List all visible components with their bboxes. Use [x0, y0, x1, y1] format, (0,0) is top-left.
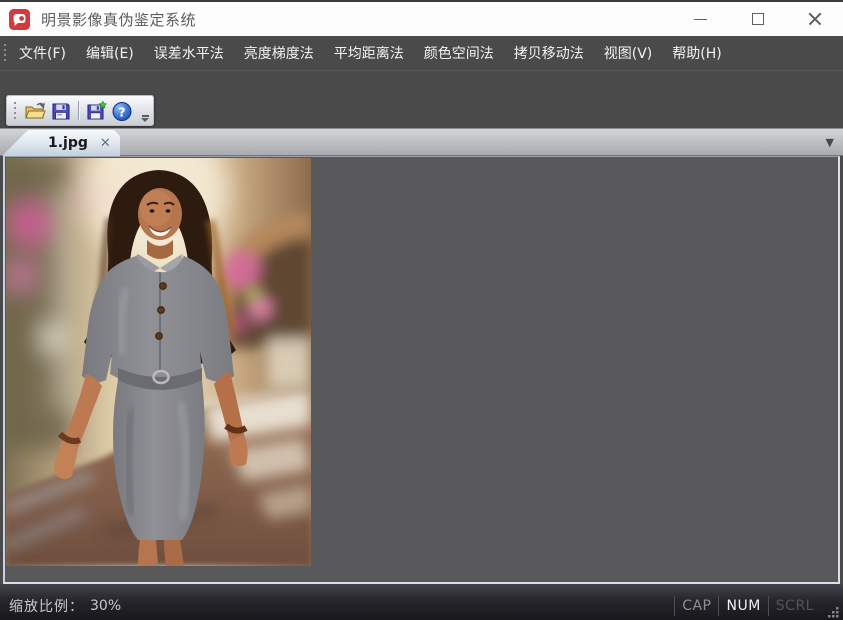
close-button[interactable]: [786, 2, 843, 36]
toolbar-overflow-icon[interactable]: [140, 115, 150, 122]
save-as-floppy-icon: [85, 100, 107, 122]
toolbar-separator: [78, 101, 79, 120]
minimize-button[interactable]: [672, 2, 729, 36]
app-icon: [9, 9, 30, 30]
toolbar: ?: [6, 95, 154, 126]
menu-color-space[interactable]: 颜色空间法: [416, 37, 502, 69]
menu-view[interactable]: 视图(V): [596, 37, 661, 69]
status-bar: 缩放比例： 30% CAP NUM SCRL: [0, 584, 843, 620]
menu-average-distance[interactable]: 平均距离法: [326, 37, 412, 69]
menubar-grip[interactable]: [3, 44, 7, 62]
menu-error-level-analysis[interactable]: 误差水平法: [146, 37, 232, 69]
caps-lock-indicator: CAP: [674, 596, 718, 616]
zoom-ratio-value: 30%: [90, 598, 121, 614]
tab-bar: 1.jpg ✕ ▼: [0, 128, 843, 156]
menu-file[interactable]: 文件(F): [11, 37, 74, 69]
scroll-lock-indicator: SCRL: [768, 596, 821, 616]
title-bar: 明景影像真伪鉴定系统: [0, 2, 843, 36]
num-lock-indicator: NUM: [718, 596, 767, 616]
minimize-icon: [694, 19, 707, 20]
maximize-button[interactable]: [729, 2, 786, 36]
save-floppy-icon: [50, 100, 72, 122]
toolbar-dock: ?: [0, 70, 843, 128]
tab-1jpg[interactable]: 1.jpg ✕: [2, 130, 120, 156]
open-folder-icon: [24, 100, 46, 122]
tab-list-dropdown-icon[interactable]: ▼: [826, 136, 834, 149]
tab-label: 1.jpg: [48, 135, 88, 151]
content-area: [0, 156, 843, 584]
menu-luminance-gradient[interactable]: 亮度梯度法: [236, 37, 322, 69]
window-title: 明景影像真伪鉴定系统: [41, 9, 196, 30]
toolbar-grip[interactable]: [13, 102, 17, 120]
app-window: 明景影像真伪鉴定系统 文件(F) 编辑(E) 误差水平法 亮度梯度法 平均距离法…: [0, 0, 843, 620]
close-icon: [808, 12, 822, 26]
save-as-button[interactable]: [83, 98, 109, 124]
resize-grip-icon[interactable]: [825, 604, 841, 620]
help-icon: ?: [111, 100, 133, 122]
menu-help[interactable]: 帮助(H): [664, 37, 729, 69]
keyboard-indicators: CAP NUM SCRL: [674, 595, 821, 617]
maximize-icon: [752, 13, 764, 25]
save-button[interactable]: [48, 98, 74, 124]
zoom-ratio-label: 缩放比例：: [9, 596, 84, 616]
menu-copy-move[interactable]: 拷贝移动法: [506, 37, 592, 69]
window-controls: [672, 2, 843, 36]
open-file-button[interactable]: [22, 98, 48, 124]
help-button[interactable]: ?: [109, 98, 135, 124]
svg-text:?: ?: [118, 104, 125, 119]
tab-close-icon[interactable]: ✕: [100, 137, 111, 150]
menu-edit[interactable]: 编辑(E): [78, 37, 142, 69]
document-canvas: [3, 156, 840, 584]
photo-1jpg: [6, 158, 311, 566]
menu-bar: 文件(F) 编辑(E) 误差水平法 亮度梯度法 平均距离法 颜色空间法 拷贝移动…: [0, 36, 843, 70]
